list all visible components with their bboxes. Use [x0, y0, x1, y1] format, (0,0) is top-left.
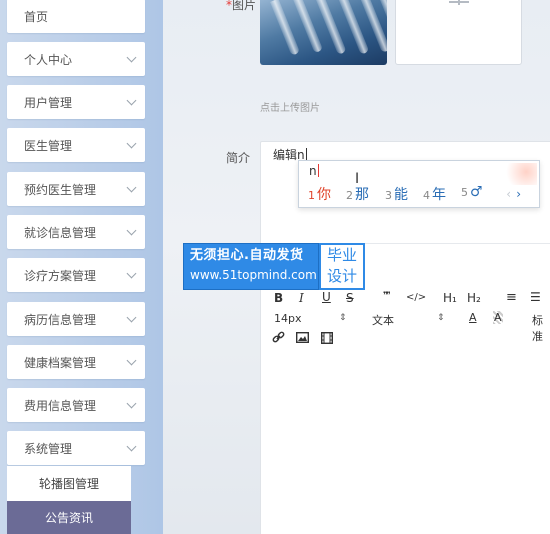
- heading-2-button[interactable]: H₂: [467, 291, 481, 305]
- uploaded-image-thumbnail[interactable]: [260, 0, 387, 65]
- image-field-label: *图片: [226, 0, 257, 12]
- sidebar-item-label: 个人中心: [24, 52, 73, 67]
- ime-candidate[interactable]: 5 ♂: [461, 184, 483, 200]
- ime-skin-decoration: [501, 163, 537, 185]
- font-size-arrow-icon: ⇕: [339, 313, 347, 323]
- sidebar-item-label: 医生管理: [24, 138, 73, 153]
- bold-button[interactable]: B: [274, 291, 283, 305]
- ime-candidate[interactable]: 2那: [346, 184, 369, 204]
- chevron-down-icon: [126, 225, 137, 235]
- sidebar-item[interactable]: 健康档案管理: [7, 345, 145, 379]
- chevron-down-icon: [126, 268, 137, 278]
- bullet-list-button[interactable]: ☰: [530, 290, 541, 304]
- align-select[interactable]: 标准: [532, 312, 550, 344]
- chevron-down-icon: [126, 398, 137, 408]
- code-block-button[interactable]: </>: [406, 292, 426, 303]
- link-icon[interactable]: [272, 331, 285, 347]
- italic-button[interactable]: I: [299, 291, 304, 305]
- sidebar-item-label: 费用信息管理: [24, 398, 97, 413]
- sidebar-item-label: 预约医生管理: [24, 182, 97, 197]
- video-icon[interactable]: [320, 331, 334, 347]
- sidebar-item[interactable]: 首页: [7, 0, 145, 33]
- sidebar: 首页个人中心用户管理医生管理预约医生管理 就诊信息管理 诊疗方案管理 病历信息管理 健康…: [0, 0, 163, 534]
- underline-button[interactable]: U: [322, 290, 331, 304]
- chevron-down-icon: [126, 441, 137, 451]
- sidebar-item-label: 诊疗方案管理: [24, 268, 97, 283]
- font-size-select[interactable]: 14px: [274, 312, 302, 325]
- font-color-button[interactable]: A: [469, 311, 477, 324]
- chevron-down-icon: [126, 182, 137, 192]
- chevron-down-icon: [126, 95, 137, 105]
- ime-candidate-window: n 1你 2那 3能 4年 5 ♂ ‹ ›: [298, 160, 540, 208]
- watermark-tag: 毕业 设计: [319, 243, 365, 290]
- watermark-tag-line: 毕业: [326, 246, 357, 264]
- sidebar-item[interactable]: 系统管理: [7, 431, 145, 465]
- submenu-item-carousel[interactable]: 轮播图管理: [7, 466, 131, 501]
- sidebar-item[interactable]: 用户管理: [7, 85, 145, 119]
- sidebar-item-label: 健康档案管理: [24, 355, 97, 370]
- ime-next-page-icon[interactable]: ›: [516, 187, 521, 201]
- sidebar-item[interactable]: 医生管理: [7, 128, 145, 162]
- upload-hint: 点击上传图片: [260, 103, 320, 114]
- sidebar-item-label: 用户管理: [24, 95, 73, 110]
- sidebar-item[interactable]: 诊疗方案管理: [7, 258, 145, 292]
- chevron-down-icon: [126, 355, 137, 365]
- sidebar-item[interactable]: 个人中心: [7, 42, 145, 76]
- submenu-item-announcements[interactable]: 公告资讯: [7, 501, 131, 534]
- quote-button[interactable]: ❞❞: [383, 291, 391, 301]
- sidebar-item-label: 首页: [24, 9, 49, 24]
- ime-candidate[interactable]: 4年: [423, 184, 446, 204]
- background-color-button[interactable]: A: [493, 311, 503, 324]
- chevron-down-icon: [126, 138, 137, 148]
- watermark-tag-line: 设计: [326, 267, 357, 285]
- watermark-url: www.51topmind.com: [190, 268, 317, 282]
- submenu-item-label: 轮播图管理: [38, 477, 99, 491]
- ime-candidate[interactable]: 1你: [308, 184, 331, 204]
- ime-prev-page-icon[interactable]: ‹: [506, 187, 511, 201]
- sidebar-item[interactable]: 病历信息管理: [7, 302, 145, 336]
- sidebar-item-label: 就诊信息管理: [24, 225, 97, 240]
- image-upload-button[interactable]: [395, 0, 522, 65]
- sidebar-item-label: 系统管理: [24, 441, 73, 456]
- strikethrough-button[interactable]: S: [346, 291, 354, 305]
- watermark-title: 无须担心.自动发货: [190, 248, 304, 263]
- image-icon[interactable]: [295, 331, 310, 346]
- sidebar-item-label: 病历信息管理: [24, 312, 97, 327]
- ime-pinyin-input: n: [309, 164, 319, 178]
- text-type-arrow-icon: ⇕: [437, 313, 445, 323]
- submenu-item-label: 公告资讯: [44, 511, 93, 525]
- sidebar-item[interactable]: 就诊信息管理: [7, 215, 145, 249]
- watermark-banner: 无须担心.自动发货 www.51topmind.com: [183, 243, 319, 290]
- chevron-down-icon: [126, 312, 137, 322]
- sidebar-item[interactable]: 费用信息管理: [7, 388, 145, 422]
- text-type-select[interactable]: 文本: [372, 312, 394, 328]
- intro-field-label: 简介: [226, 151, 251, 165]
- ime-candidate[interactable]: 3能: [385, 184, 408, 204]
- chevron-down-icon: [126, 52, 137, 62]
- sidebar-item[interactable]: 预约医生管理: [7, 172, 145, 206]
- text-cursor-icon: I: [355, 171, 360, 187]
- heading-1-button[interactable]: H₁: [443, 291, 457, 305]
- ordered-list-button[interactable]: ≡: [506, 290, 517, 305]
